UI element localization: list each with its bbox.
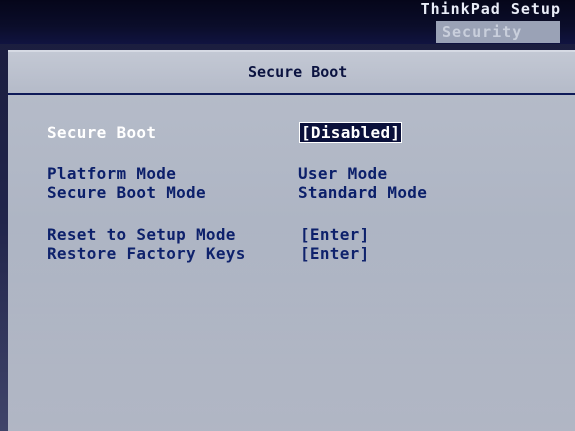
reset-to-setup-mode-label: Reset to Setup Mode [47, 225, 236, 244]
tab-security[interactable]: Security [436, 21, 560, 43]
platform-mode-label: Platform Mode [47, 164, 177, 183]
secure-boot-mode-label: Secure Boot Mode [47, 183, 206, 202]
page-title: Secure Boot [248, 63, 348, 81]
restore-factory-keys-value[interactable]: [Enter] [300, 244, 370, 263]
panel-header: Secure Boot [8, 52, 575, 92]
bios-screen: ThinkPad Setup Security Secure Boot Secu… [0, 0, 575, 431]
restore-factory-keys-label: Restore Factory Keys [47, 244, 246, 263]
secure-boot-panel: Secure Boot Secure Boot [Disabled] Platf… [8, 50, 575, 431]
secure-boot-value[interactable]: [Disabled] [298, 122, 403, 143]
secure-boot-mode-value: Standard Mode [298, 183, 428, 202]
secure-boot-label: Secure Boot [47, 123, 157, 142]
top-bar: ThinkPad Setup Security [0, 0, 575, 44]
platform-mode-value: User Mode [298, 164, 388, 183]
app-title: ThinkPad Setup [420, 0, 561, 18]
header-divider [8, 93, 575, 95]
reset-to-setup-mode-value[interactable]: [Enter] [300, 225, 370, 244]
